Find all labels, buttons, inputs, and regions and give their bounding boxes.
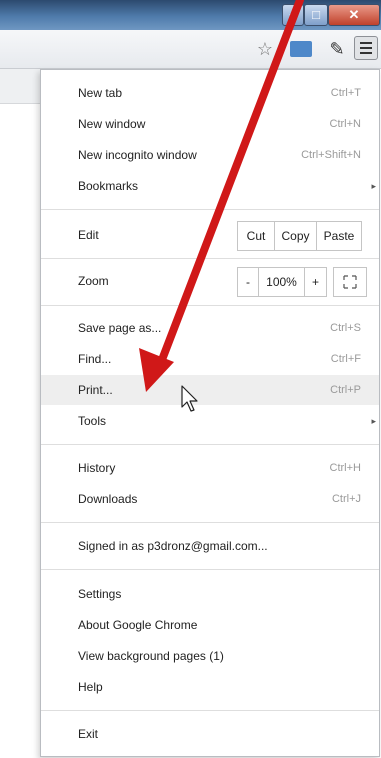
extension-icon[interactable] xyxy=(290,41,312,57)
shortcut-label: Ctrl+S xyxy=(330,322,361,334)
menu-row-edit: Edit Cut Copy Paste xyxy=(41,217,379,253)
menu-item-about-google-chrome[interactable]: About Google Chrome xyxy=(41,610,379,640)
menu-item-bookmarks[interactable]: Bookmarks ▸ xyxy=(41,171,379,201)
menu-item-label: Exit xyxy=(78,727,99,741)
menu-separator xyxy=(41,305,379,306)
menu-item-settings[interactable]: Settings xyxy=(41,579,379,609)
close-button[interactable]: ✕ xyxy=(328,4,380,26)
menu-separator xyxy=(41,569,379,570)
menu-item-label: Save page as... xyxy=(78,321,162,335)
zoom-button-group: - 100% + xyxy=(237,267,327,297)
menu-item-view-background-pages[interactable]: View background pages (1) xyxy=(41,641,379,671)
menu-item-downloads[interactable]: Downloads Ctrl+J xyxy=(41,484,379,514)
menu-item-label: Settings xyxy=(78,587,122,601)
shortcut-label: Ctrl+J xyxy=(331,493,361,505)
menu-item-new-tab[interactable]: New tab Ctrl+T xyxy=(41,78,379,108)
hamburger-icon xyxy=(360,42,372,44)
submenu-arrow-icon: ▸ xyxy=(371,181,376,191)
menu-item-label: History xyxy=(78,461,116,475)
menu-item-new-window[interactable]: New window Ctrl+N xyxy=(41,109,379,139)
submenu-arrow-icon: ▸ xyxy=(371,416,376,426)
menu-item-new-incognito-window[interactable]: New incognito window Ctrl+Shift+N xyxy=(41,140,379,170)
menu-item-save-page-as[interactable]: Save page as... Ctrl+S xyxy=(41,313,379,343)
menu-item-label: Downloads xyxy=(78,492,138,506)
menu-item-label: Help xyxy=(78,680,103,694)
menu-item-label: Print... xyxy=(78,383,113,397)
hamburger-icon xyxy=(360,52,372,54)
cut-button[interactable]: Cut xyxy=(238,222,274,250)
menu-item-history[interactable]: History Ctrl+H xyxy=(41,453,379,483)
chrome-menu-button[interactable] xyxy=(354,36,378,60)
hamburger-icon xyxy=(360,47,372,49)
edit-button-group: Cut Copy Paste xyxy=(237,221,362,251)
zoom-level: 100% xyxy=(266,275,297,289)
menu-separator xyxy=(41,258,379,259)
minimize-button[interactable]: − xyxy=(282,4,304,26)
page-edge xyxy=(0,69,42,104)
bookmark-star-icon[interactable]: ☆ xyxy=(254,38,276,60)
pen-icon[interactable]: ✎ xyxy=(326,38,348,60)
menu-item-tools[interactable]: Tools ▸ xyxy=(41,406,379,436)
zoom-out-button[interactable]: - xyxy=(238,268,258,296)
copy-button[interactable]: Copy xyxy=(275,222,316,250)
shortcut-label: Ctrl+Shift+N xyxy=(301,149,361,161)
fullscreen-icon xyxy=(343,275,357,289)
maximize-button[interactable]: □ xyxy=(304,4,328,26)
menu-item-label: Find... xyxy=(78,352,112,366)
shortcut-label: Ctrl+T xyxy=(330,87,361,99)
menu-item-label: Bookmarks xyxy=(78,179,139,193)
paste-button[interactable]: Paste xyxy=(317,222,361,250)
shortcut-label: Ctrl+N xyxy=(329,118,361,130)
menu-item-print[interactable]: Print... Ctrl+P xyxy=(41,375,379,405)
menu-item-exit[interactable]: Exit xyxy=(41,719,379,749)
menu-item-label: About Google Chrome xyxy=(78,618,198,632)
browser-toolbar: ☆ ✎ xyxy=(0,30,381,69)
menu-separator xyxy=(41,710,379,711)
chrome-menu: New tab Ctrl+T New window Ctrl+N New inc… xyxy=(40,69,380,757)
menu-separator xyxy=(41,209,379,210)
menu-item-signed-in[interactable]: Signed in as p3dronz@gmail.com... xyxy=(41,531,379,561)
fullscreen-button[interactable] xyxy=(333,267,367,297)
shortcut-label: Ctrl+F xyxy=(330,353,361,365)
shortcut-label: Ctrl+P xyxy=(330,384,361,396)
menu-item-label: Tools xyxy=(78,414,107,428)
menu-separator xyxy=(41,522,379,523)
menu-item-label: Edit xyxy=(78,228,99,242)
menu-item-label: Signed in as p3dronz@gmail.com... xyxy=(78,539,268,553)
menu-item-label: Zoom xyxy=(78,274,109,288)
menu-item-help[interactable]: Help xyxy=(41,672,379,702)
menu-item-find[interactable]: Find... Ctrl+F xyxy=(41,344,379,374)
menu-item-label: New window xyxy=(78,117,146,131)
shortcut-label: Ctrl+H xyxy=(329,462,361,474)
menu-separator xyxy=(41,444,379,445)
window-titlebar: − □ ✕ xyxy=(0,0,381,30)
menu-row-zoom: Zoom - 100% + xyxy=(41,263,379,299)
menu-item-label: New incognito window xyxy=(78,148,197,162)
zoom-in-button[interactable]: + xyxy=(305,268,326,296)
menu-item-label: New tab xyxy=(78,86,123,100)
menu-item-label: View background pages (1) xyxy=(78,649,224,663)
